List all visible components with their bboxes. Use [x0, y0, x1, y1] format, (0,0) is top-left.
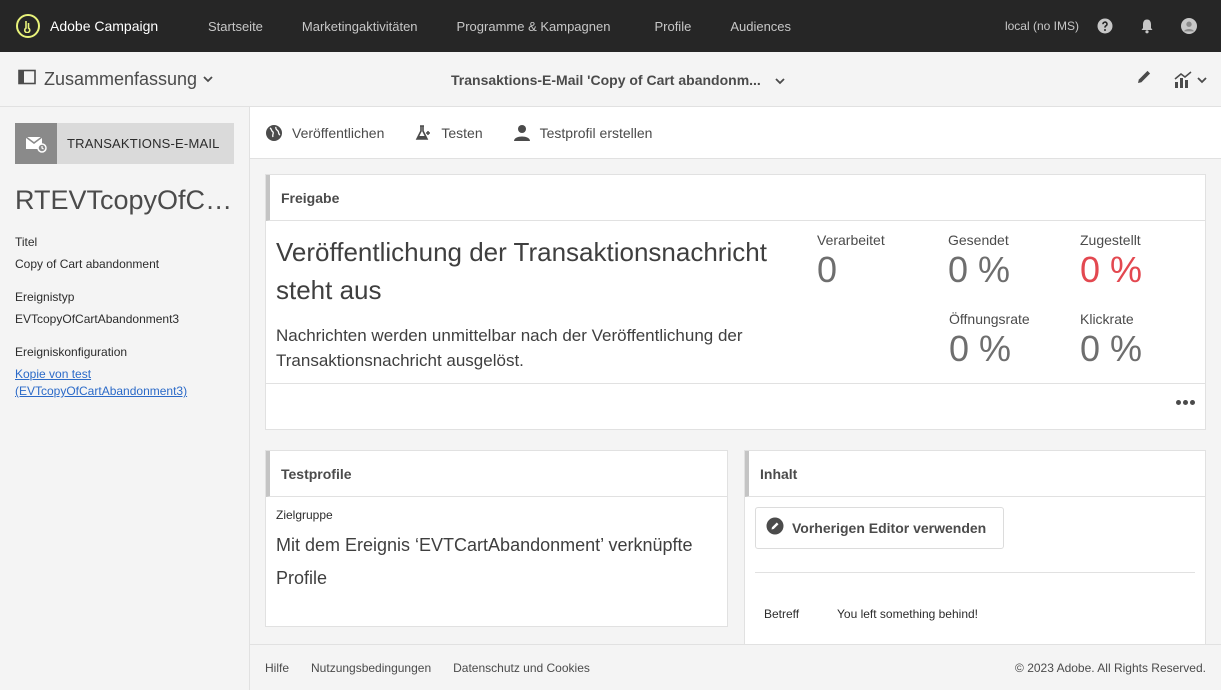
kpi-delivered-value: 0 %: [1080, 249, 1143, 290]
main-nav: Startseite Marketingaktivitäten Programm…: [208, 19, 830, 34]
use-previous-editor-label: Vorherigen Editor verwenden: [792, 520, 987, 536]
kpi-open-rate: Öffnungsrate 0 %: [949, 311, 1030, 369]
notifications-bell-icon[interactable]: [1139, 18, 1155, 34]
field-value-event-type: EVTcopyOfCartAbandonment3: [15, 312, 180, 326]
summary-toggle[interactable]: Zusammenfassung: [18, 69, 213, 90]
message-type-badge: TRANSAKTIONS-E-MAIL: [15, 123, 234, 164]
field-label-event-config: Ereigniskonfiguration: [15, 345, 128, 359]
kpi-sent-label: Gesendet: [948, 232, 1009, 248]
content-divider: [755, 572, 1195, 573]
more-options-icon[interactable]: [1174, 400, 1195, 405]
globe-icon: [265, 124, 283, 142]
nav-item-programs-campaigns[interactable]: Programme & Kampagnen: [457, 19, 611, 34]
kpi-processed-value: 0: [817, 249, 838, 290]
message-type-label: TRANSAKTIONS-E-MAIL: [67, 136, 220, 151]
kpi-sent-value: 0 %: [948, 249, 1011, 290]
nav-item-profiles[interactable]: Profile: [654, 19, 691, 34]
reports-chart-icon[interactable]: [1173, 70, 1207, 89]
target-label: Zielgruppe: [276, 508, 333, 522]
kpi-click-rate: Klickrate 0 %: [1080, 311, 1142, 369]
event-configuration-link[interactable]: Kopie von test (EVTcopyOfCartAbandonment…: [15, 366, 187, 400]
release-card-header: Freigabe: [266, 175, 1205, 221]
publish-button[interactable]: Veröffentlichen: [265, 124, 384, 142]
panel-layout-icon: [18, 69, 36, 90]
kpi-processed: Verarbeitet 0: [817, 232, 885, 290]
publish-label: Veröffentlichen: [292, 124, 385, 141]
transactional-email-icon: [15, 123, 57, 164]
page-footer: Hilfe Nutzungsbedingungen Datenschutz un…: [250, 644, 1221, 690]
footer-link-help[interactable]: Hilfe: [265, 661, 289, 675]
footer-link-terms[interactable]: Nutzungsbedingungen: [311, 661, 431, 675]
summary-label: Zusammenfassung: [44, 68, 198, 89]
nav-item-home[interactable]: Startseite: [208, 19, 263, 34]
kpi-click-rate-label: Klickrate: [1080, 311, 1134, 327]
kpi-open-rate-label: Öffnungsrate: [949, 311, 1030, 327]
kpi-sent: Gesendet 0 %: [948, 232, 1010, 290]
test-profiles-card-header: Testprofile: [266, 451, 727, 497]
instance-name[interactable]: local (no IMS): [1005, 19, 1079, 33]
document-title: Transaktions-E-Mail 'Copy of Cart abando…: [451, 71, 761, 88]
nav-item-audiences[interactable]: Audiences: [730, 19, 791, 34]
lab-flask-icon: [414, 124, 432, 142]
target-value: Mit dem Ereignis ‘EVTCartAbandonment’ ve…: [276, 535, 693, 588]
action-bar: Veröffentlichen Testen Testprofil erstel…: [250, 107, 1221, 159]
topbar-right: local (no IMS): [1005, 0, 1221, 52]
subject-value: You left something behind!: [837, 607, 978, 621]
help-icon[interactable]: [1097, 18, 1113, 34]
content-card: Inhalt Vorherigen Editor verwenden Betre…: [744, 450, 1206, 644]
event-configuration-link-line1: Kopie von test: [15, 367, 92, 381]
event-configuration-link-line2: (EVTcopyOfCartAbandonment3): [15, 384, 188, 398]
chevron-down-icon: [1197, 76, 1207, 83]
summary-sidebar: TRANSAKTIONS-E-MAIL RTEVTcopyOfCartAband…: [0, 107, 250, 690]
content-card-header: Inhalt: [745, 451, 1205, 497]
use-previous-editor-button[interactable]: Vorherigen Editor verwenden: [755, 507, 1004, 549]
edit-pencil-icon: [766, 517, 784, 540]
copyright: © 2023 Adobe. All Rights Reserved.: [1015, 661, 1206, 675]
kpi-open-rate-value: 0 %: [949, 328, 1012, 369]
message-name: RTEVTcopyOfCartAbandonment3: [15, 185, 235, 215]
header-actions: [1135, 52, 1207, 107]
field-value-title: Copy of Cart abandonment: [15, 257, 160, 271]
user-icon: [513, 124, 531, 142]
field-label-event-type: Ereignistyp: [15, 290, 75, 304]
adobe-campaign-logo-icon: [16, 14, 40, 38]
footer-link-privacy[interactable]: Datenschutz und Cookies: [453, 661, 590, 675]
kpi-delivered-label: Zugestellt: [1080, 232, 1141, 248]
chevron-down-icon: [203, 70, 213, 88]
context-header: Zusammenfassung Transaktions-E-Mail 'Cop…: [0, 52, 1221, 107]
edit-pencil-icon[interactable]: [1135, 68, 1153, 91]
test-button[interactable]: Testen: [414, 124, 483, 142]
create-test-profile-button[interactable]: Testprofil erstellen: [513, 124, 653, 142]
release-card-footer: [266, 383, 1205, 430]
kpi-processed-label: Verarbeitet: [817, 232, 885, 248]
publication-status-heading: Veröffentlichung der Transaktionsnachric…: [276, 237, 767, 305]
document-title-selector[interactable]: Transaktions-E-Mail 'Copy of Cart abando…: [451, 52, 785, 107]
field-label-title: Titel: [15, 235, 38, 249]
test-label: Testen: [441, 124, 483, 141]
top-navigation-bar: Adobe Campaign Startseite Marketingaktiv…: [0, 0, 1221, 52]
user-avatar-icon[interactable]: [1181, 18, 1197, 34]
create-test-profile-label: Testprofil erstellen: [539, 124, 653, 141]
app-name: Adobe Campaign: [50, 18, 159, 34]
chevron-down-icon: [775, 72, 785, 88]
kpi-click-rate-value: 0 %: [1080, 328, 1143, 369]
nav-item-marketing-activities[interactable]: Marketingaktivitäten: [302, 19, 418, 34]
subject-label: Betreff: [764, 607, 800, 621]
test-profiles-card: Testprofile Zielgruppe Mit dem Ereignis …: [265, 450, 728, 627]
publication-status-description: Nachrichten werden unmittelbar nach der …: [276, 326, 743, 370]
brand[interactable]: Adobe Campaign: [16, 14, 192, 38]
kpi-delivered: Zugestellt 0 %: [1080, 232, 1142, 290]
release-card: Freigabe Veröffentlichung der Transaktio…: [265, 174, 1206, 430]
